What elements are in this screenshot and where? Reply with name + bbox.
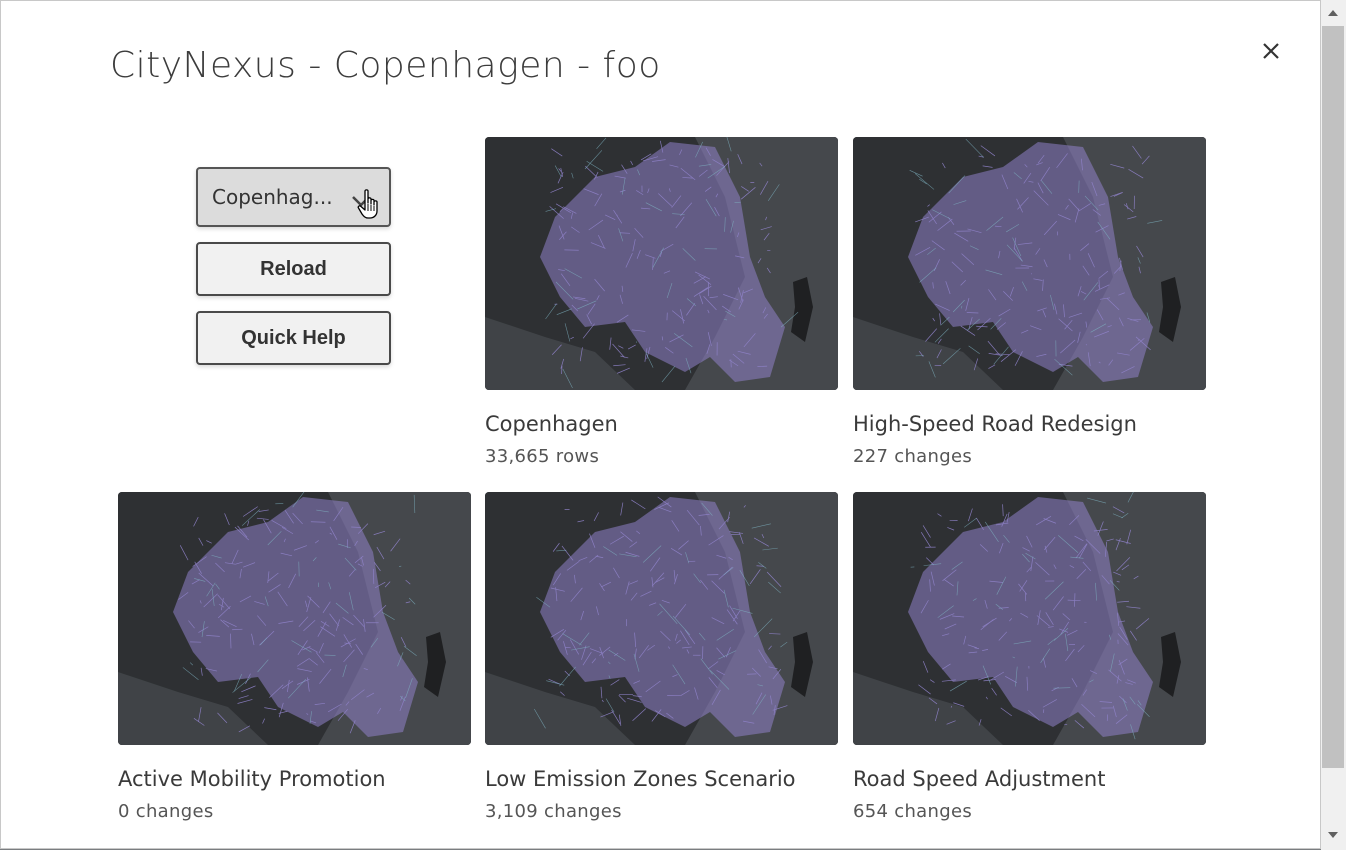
map-thumbnail[interactable] (118, 492, 471, 745)
card-subtitle: 0 changes (118, 801, 214, 822)
vertical-scrollbar[interactable] (1321, 0, 1346, 850)
card-title: High-Speed Road Redesign (853, 412, 1137, 436)
card-title: Active Mobility Promotion (118, 767, 386, 791)
map-thumbnail[interactable] (485, 492, 838, 745)
card-subtitle: 227 changes (853, 446, 972, 467)
card-title: Road Speed Adjustment (853, 767, 1106, 791)
map-thumbnail[interactable] (853, 137, 1206, 390)
scenario-card[interactable]: Copenhagen 33,665 rows (485, 137, 838, 467)
quick-help-button[interactable]: Quick Help (196, 311, 391, 365)
city-select-value: Copenhag... (212, 185, 333, 209)
card-title: Low Emission Zones Scenario (485, 767, 796, 791)
card-subtitle: 654 changes (853, 801, 972, 822)
dialog-title: CityNexus - Copenhagen - foo (110, 45, 661, 86)
hand-cursor-icon (357, 189, 385, 225)
scenario-card[interactable]: Road Speed Adjustment 654 changes (853, 492, 1206, 822)
scroll-down-icon[interactable] (1328, 832, 1338, 838)
scenario-card[interactable]: Low Emission Zones Scenario 3,109 change… (485, 492, 838, 822)
reload-button[interactable]: Reload (196, 242, 391, 296)
scenario-card[interactable]: Active Mobility Promotion 0 changes (118, 492, 471, 822)
scroll-up-icon[interactable] (1328, 10, 1338, 16)
close-icon[interactable] (1257, 37, 1285, 65)
scroll-thumb[interactable] (1322, 26, 1344, 768)
scenario-card[interactable]: High-Speed Road Redesign 227 changes (853, 137, 1206, 467)
map-thumbnail[interactable] (485, 137, 838, 390)
card-subtitle: 33,665 rows (485, 446, 600, 467)
map-thumbnail[interactable] (853, 492, 1206, 745)
card-title: Copenhagen (485, 412, 618, 436)
scenario-dialog: CityNexus - Copenhagen - foo Copenhag...… (0, 0, 1321, 849)
card-subtitle: 3,109 changes (485, 801, 622, 822)
